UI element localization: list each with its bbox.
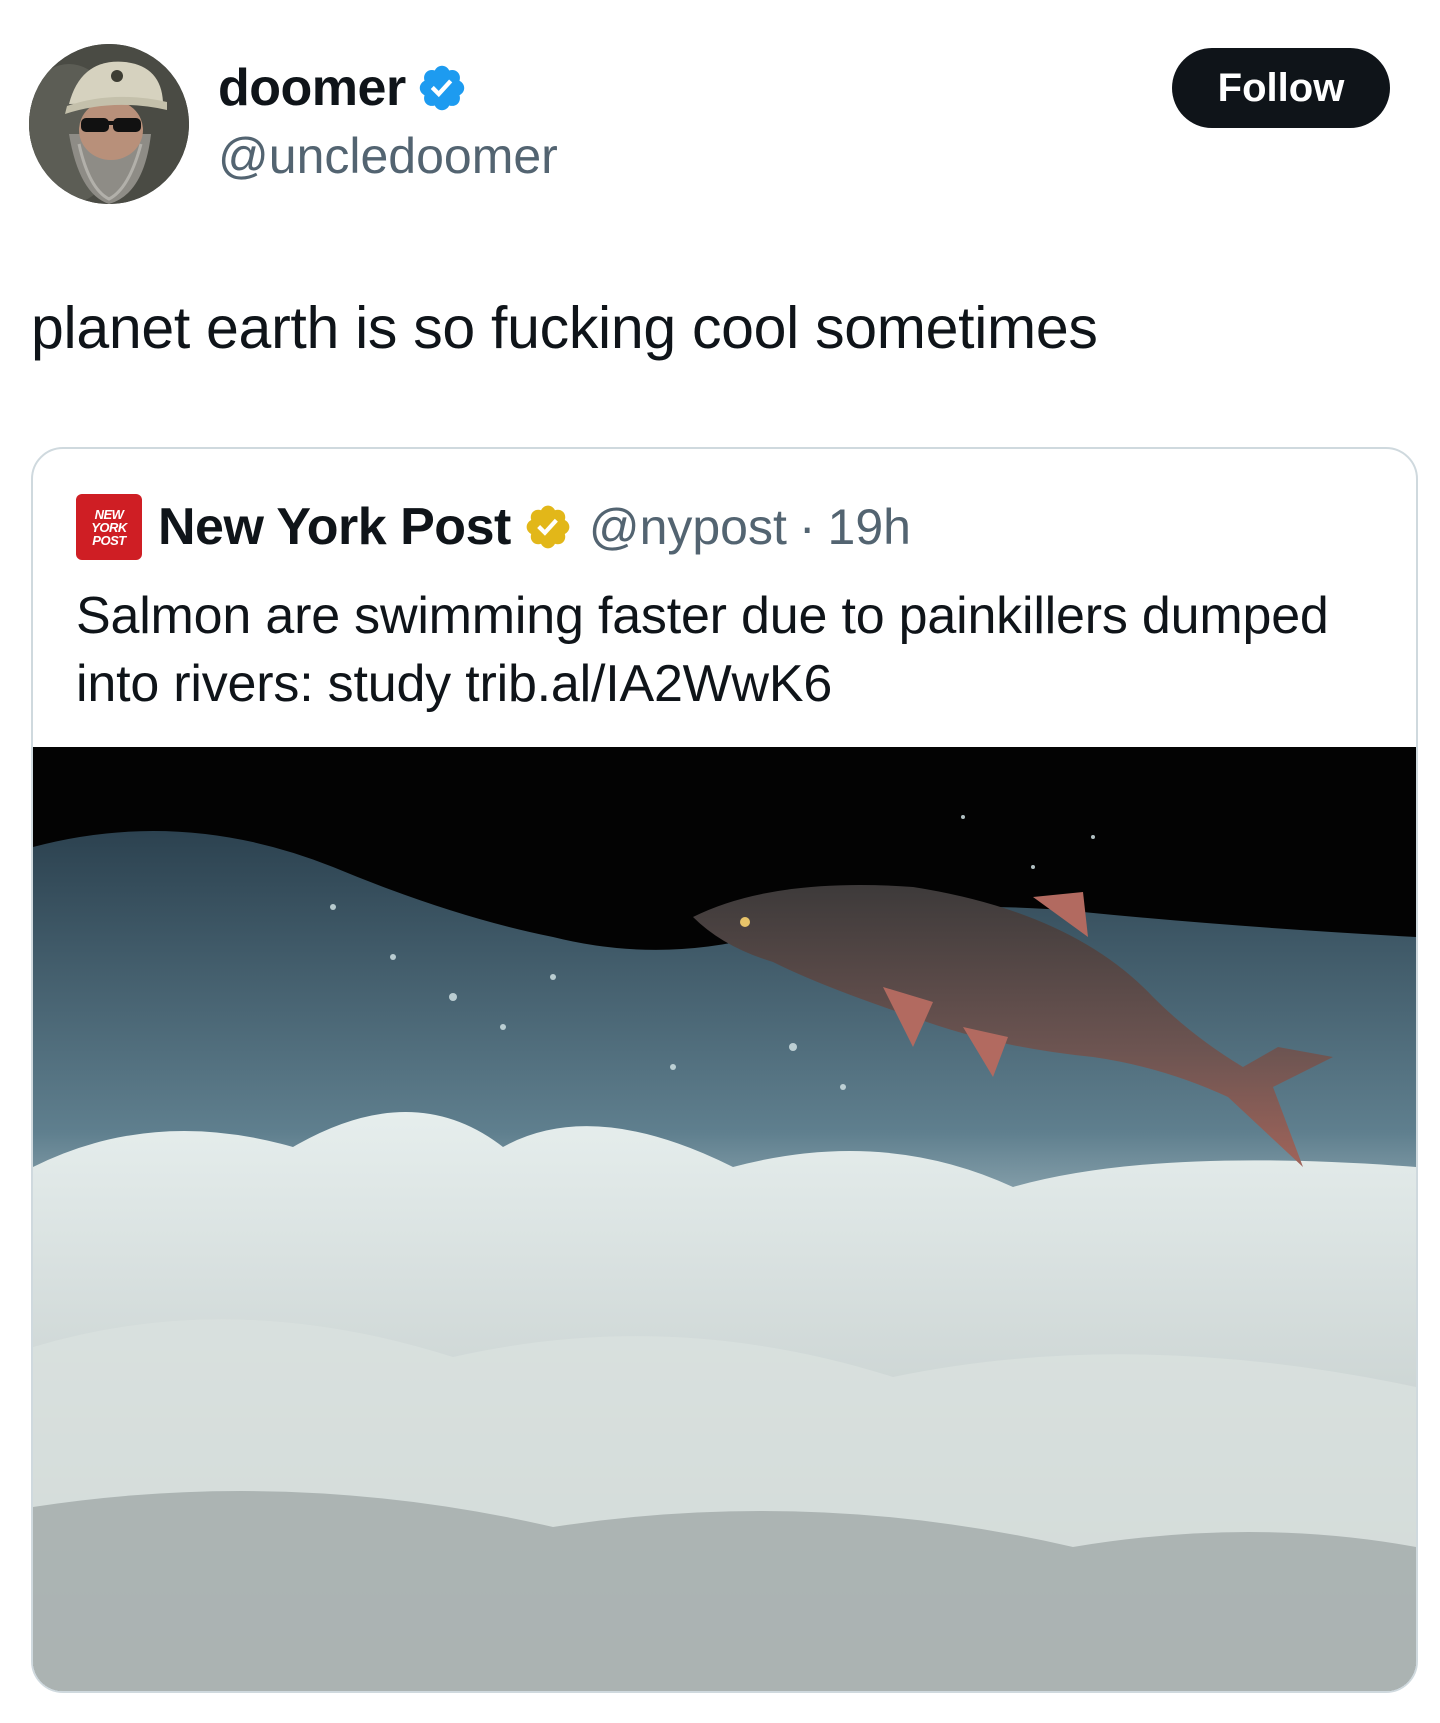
tweet: doomer @uncledoomer Follow planet earth … xyxy=(0,0,1440,1723)
nypost-logo-line: NEW xyxy=(94,506,124,522)
author-display-name[interactable]: doomer xyxy=(218,58,406,118)
nypost-logo-line: YORK xyxy=(91,519,127,535)
verified-badge-icon xyxy=(419,65,464,111)
nypost-logo-icon[interactable]: NEW YORK POST xyxy=(76,494,142,560)
quoted-author-name[interactable]: New York Post xyxy=(158,497,511,557)
quoted-tweet-time[interactable]: 19h xyxy=(828,498,911,556)
avatar[interactable] xyxy=(29,44,189,204)
quoted-tweet-card[interactable]: NEW YORK POST New York Post @nypost · 19… xyxy=(31,447,1418,1693)
tweet-text: planet earth is so fucking cool sometime… xyxy=(31,295,1098,361)
nypost-logo-line: POST xyxy=(92,532,126,548)
verified-organization-badge-icon xyxy=(526,505,570,549)
quoted-tweet-text: Salmon are swimming faster due to painki… xyxy=(76,587,1329,713)
follow-button[interactable]: Follow xyxy=(1172,48,1390,128)
separator-dot: · xyxy=(798,499,816,555)
quoted-author-handle[interactable]: @nypost xyxy=(589,498,787,556)
photo-render xyxy=(33,747,1416,1691)
salmon-leaping-photo[interactable] xyxy=(33,747,1416,1691)
quoted-tweet-header: NEW YORK POST New York Post @nypost · 19… xyxy=(76,494,911,560)
author-handle[interactable]: @uncledoomer xyxy=(218,126,558,186)
author-name-row: doomer xyxy=(218,58,468,118)
avatar-image xyxy=(29,44,189,204)
